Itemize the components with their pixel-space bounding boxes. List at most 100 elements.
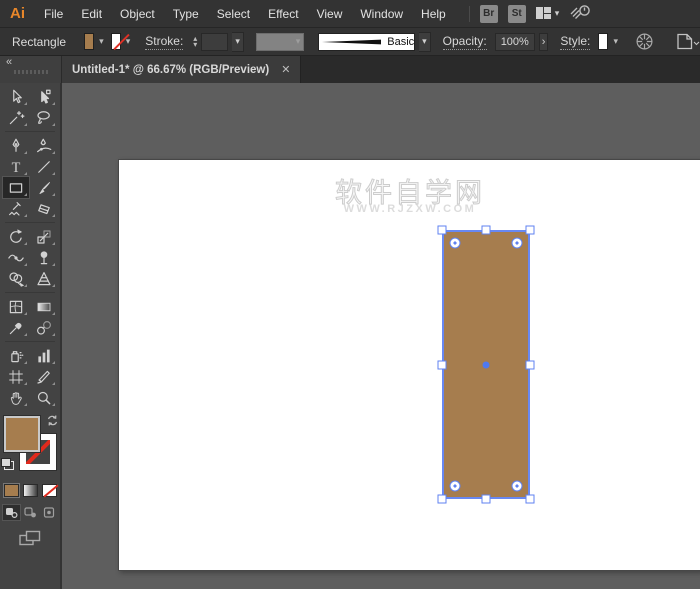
document-setup-icon[interactable]	[674, 32, 700, 51]
shaper-tool[interactable]	[3, 198, 29, 219]
color-button[interactable]	[4, 484, 19, 497]
opacity-more-button[interactable]: ›	[539, 33, 549, 51]
puppet-warp-tool[interactable]	[31, 247, 57, 268]
stroke-weight-field[interactable]	[201, 33, 228, 51]
menu-item-object[interactable]: Object	[111, 0, 164, 28]
bridge-button[interactable]: Br	[480, 5, 498, 23]
illustrator-window: Ai FileEditObjectTypeSelectEffectViewWin…	[0, 0, 700, 589]
shape-center-point[interactable]	[483, 361, 490, 368]
mesh-tool[interactable]	[3, 296, 29, 317]
shape-builder-tool[interactable]	[3, 268, 29, 289]
zoom-tool[interactable]	[31, 387, 57, 408]
selection-handle[interactable]	[438, 360, 447, 369]
blend-tool[interactable]	[31, 317, 57, 338]
fill-dropdown-chevron-icon[interactable]: ▾	[98, 36, 107, 47]
live-corner-widget[interactable]	[512, 238, 523, 249]
menu-item-help[interactable]: Help	[412, 0, 455, 28]
draw-behind-icon[interactable]	[22, 505, 39, 520]
brush-dropdown[interactable]: ▾	[419, 32, 431, 52]
hand-icon	[7, 389, 25, 407]
style-swatch[interactable]	[598, 33, 608, 50]
default-fill-stroke-icon[interactable]	[1, 458, 14, 470]
shaper-icon	[7, 200, 25, 218]
stroke-swatch[interactable]	[111, 33, 121, 50]
magic-wand-icon	[7, 109, 25, 127]
selection-handle[interactable]	[482, 226, 491, 235]
menu-item-type[interactable]: Type	[164, 0, 208, 28]
stock-button[interactable]: St	[508, 5, 526, 23]
width-tool[interactable]	[3, 247, 29, 268]
perspective-grid-tool[interactable]	[31, 268, 57, 289]
selection-handle[interactable]	[526, 360, 535, 369]
opacity-link[interactable]: Opacity:	[443, 34, 487, 50]
toolbar-separator	[3, 338, 57, 345]
watermark-url: WWW.RJZXW.COM	[344, 203, 477, 215]
menu-item-window[interactable]: Window	[351, 0, 412, 28]
toolbar-grip[interactable]	[14, 70, 48, 74]
eyedropper-tool[interactable]	[3, 317, 29, 338]
selection-handle[interactable]	[482, 495, 491, 504]
opacity-field[interactable]: 100%	[495, 33, 535, 51]
live-corner-widget[interactable]	[450, 481, 461, 492]
rectangle-icon	[7, 179, 25, 197]
menu-item-file[interactable]: File	[35, 0, 72, 28]
document-tab[interactable]: Untitled-1* @ 66.67% (RGB/Preview) ✕	[62, 56, 301, 83]
symbol-sprayer-tool[interactable]	[3, 345, 29, 366]
stroke-weight-stepper[interactable]: ▴▾	[193, 36, 197, 48]
draw-normal-icon[interactable]	[3, 505, 20, 520]
selection-handle[interactable]	[526, 495, 535, 504]
blend-icon	[35, 319, 53, 337]
menu-item-view[interactable]: View	[308, 0, 352, 28]
collapse-panel-icon[interactable]: «	[6, 56, 12, 68]
change-screen-mode-icon[interactable]	[18, 530, 42, 552]
eraser-tool[interactable]	[31, 198, 57, 219]
artboard[interactable]	[118, 159, 700, 571]
gradient-button[interactable]	[23, 484, 38, 497]
live-corner-widget[interactable]	[512, 481, 523, 492]
magic-wand-tool[interactable]	[3, 107, 29, 128]
artboard-tool[interactable]	[3, 366, 29, 387]
draw-inside-icon[interactable]	[41, 505, 58, 520]
pen-tool[interactable]	[3, 135, 29, 156]
selection-tool[interactable]	[3, 86, 29, 107]
menu-item-effect[interactable]: Effect	[259, 0, 307, 28]
recolor-artwork-icon[interactable]	[635, 32, 654, 51]
scale-tool[interactable]	[31, 226, 57, 247]
style-link[interactable]: Style:	[560, 34, 590, 50]
direct-selection-tool[interactable]	[31, 86, 57, 107]
rectangle-tool[interactable]	[3, 177, 29, 198]
fill-proxy[interactable]	[4, 416, 40, 452]
type-tool[interactable]: T	[3, 156, 29, 177]
style-dropdown-chevron-icon[interactable]: ▾	[612, 36, 621, 47]
selection-handle[interactable]	[438, 495, 447, 504]
paintbrush-icon	[35, 179, 53, 197]
eyedropper-icon	[7, 319, 25, 337]
selection-handle[interactable]	[526, 226, 535, 235]
puppet-warp-icon	[35, 249, 53, 267]
hand-tool[interactable]	[3, 387, 29, 408]
brush-definition-box[interactable]: Basic	[318, 33, 415, 51]
workspace-switcher-button[interactable]: ▾	[536, 7, 560, 20]
toolbar-separator	[3, 219, 57, 226]
stroke-weight-dropdown[interactable]: ▾	[232, 32, 244, 52]
menu-item-edit[interactable]: Edit	[72, 0, 111, 28]
menu-item-select[interactable]: Select	[208, 0, 259, 28]
fill-swatch[interactable]	[84, 33, 94, 50]
none-button[interactable]	[42, 484, 57, 497]
gpu-performance-icon[interactable]	[569, 2, 591, 25]
lasso-tool[interactable]	[31, 107, 57, 128]
close-tab-icon[interactable]: ✕	[281, 63, 290, 76]
paintbrush-tool[interactable]	[31, 177, 57, 198]
rotate-tool[interactable]	[3, 226, 29, 247]
live-corner-widget[interactable]	[450, 238, 461, 249]
direct-selection-icon	[35, 88, 53, 106]
slice-tool[interactable]	[31, 366, 57, 387]
gradient-tool[interactable]	[31, 296, 57, 317]
swap-fill-stroke-icon[interactable]	[46, 414, 59, 432]
curvature-tool[interactable]	[31, 135, 57, 156]
document-canvas[interactable]: 软件自学网 WWW.RJZXW.COM	[62, 83, 700, 589]
stroke-link[interactable]: Stroke:	[145, 34, 183, 50]
selection-handle[interactable]	[438, 226, 447, 235]
line-segment-tool[interactable]	[31, 156, 57, 177]
column-graph-tool[interactable]	[31, 345, 57, 366]
